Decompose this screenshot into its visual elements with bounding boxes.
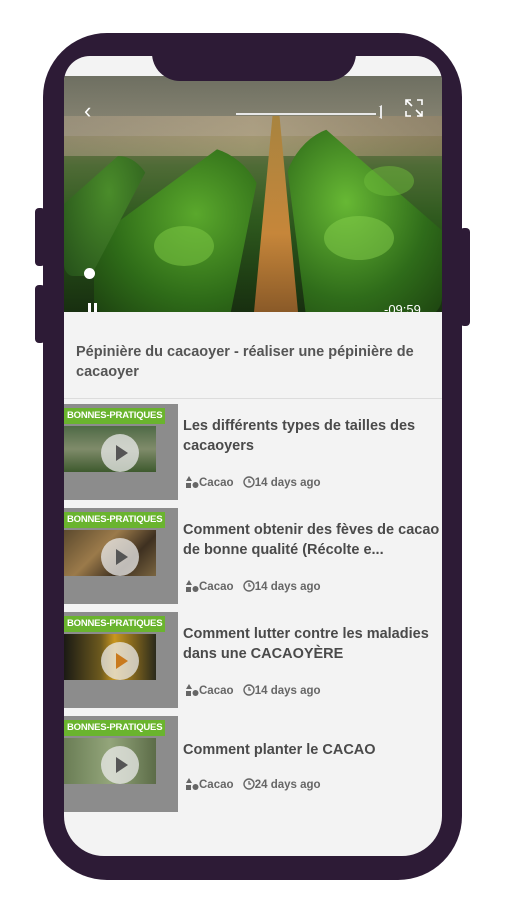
list-item[interactable]: BONNES-PRATIQUES Comment planter le CACA… — [64, 716, 442, 812]
video-thumbnail[interactable]: BONNES-PRATIQUES — [64, 508, 178, 604]
video-player[interactable]: ‹ -09:59 — [64, 76, 442, 312]
item-meta: Cacao 24 days ago — [185, 778, 321, 791]
shapes-icon — [186, 684, 199, 696]
scrubber-handle[interactable] — [84, 268, 95, 279]
leaf-highlight — [154, 226, 214, 266]
leaf-highlight — [364, 166, 414, 196]
play-icon[interactable] — [101, 642, 139, 680]
app-screen: ‹ -09:59 Pépinière du cacaoyer - réalise… — [64, 56, 442, 856]
list-item[interactable]: BONNES-PRATIQUES Comment lutter contre l… — [64, 612, 442, 708]
item-meta: Cacao 14 days ago — [185, 684, 321, 697]
leaf-highlight — [324, 216, 394, 260]
item-meta: Cacao 14 days ago — [185, 476, 321, 489]
video-remaining-time: -09:59 — [384, 302, 421, 312]
item-category: Cacao — [199, 685, 234, 697]
category-badge: BONNES-PRATIQUES — [64, 616, 166, 632]
item-category: Cacao — [199, 477, 234, 489]
back-arrow-icon[interactable]: ‹ — [84, 98, 91, 124]
item-category: Cacao — [199, 779, 234, 791]
divider — [64, 398, 442, 399]
category-badge: BONNES-PRATIQUES — [64, 512, 166, 528]
shapes-icon — [186, 580, 199, 592]
category-badge: BONNES-PRATIQUES — [64, 720, 166, 736]
item-category: Cacao — [199, 581, 234, 593]
clock-icon — [243, 476, 255, 488]
video-title: Pépinière du cacaoyer - réaliser une pép… — [76, 344, 414, 380]
item-title[interactable]: Comment lutter contre les maladies dans … — [183, 624, 441, 664]
video-thumbnail[interactable]: BONNES-PRATIQUES — [64, 612, 178, 708]
item-meta: Cacao 14 days ago — [185, 580, 321, 593]
phone-notch — [152, 33, 356, 81]
shapes-icon — [186, 476, 199, 488]
pause-icon[interactable] — [88, 303, 98, 312]
list-item[interactable]: BONNES-PRATIQUES Comment obtenir des fèv… — [64, 508, 442, 604]
play-icon[interactable] — [101, 434, 139, 472]
play-icon[interactable] — [101, 538, 139, 576]
video-thumbnail[interactable]: BONNES-PRATIQUES — [64, 404, 178, 500]
category-badge: BONNES-PRATIQUES — [64, 408, 166, 424]
video-thumbnail[interactable]: BONNES-PRATIQUES — [64, 716, 178, 812]
clock-icon — [243, 580, 255, 592]
item-title[interactable]: Les différents types de tailles des caca… — [183, 416, 441, 456]
play-icon[interactable] — [101, 746, 139, 784]
expand-icon[interactable] — [404, 98, 424, 118]
item-title[interactable]: Comment planter le CACAO — [183, 740, 441, 760]
volume-track[interactable] — [236, 113, 376, 115]
item-age: 14 days ago — [254, 581, 321, 593]
video-frame-soil — [64, 116, 442, 156]
item-age: 14 days ago — [254, 477, 321, 489]
item-age: 24 days ago — [254, 779, 321, 791]
shapes-icon — [186, 778, 199, 790]
clock-icon — [243, 778, 255, 790]
list-item[interactable]: BONNES-PRATIQUES Les différents types de… — [64, 404, 442, 500]
clock-icon — [243, 684, 255, 696]
item-age: 14 days ago — [254, 685, 321, 697]
item-title[interactable]: Comment obtenir des fèves de cacao de bo… — [183, 520, 441, 560]
